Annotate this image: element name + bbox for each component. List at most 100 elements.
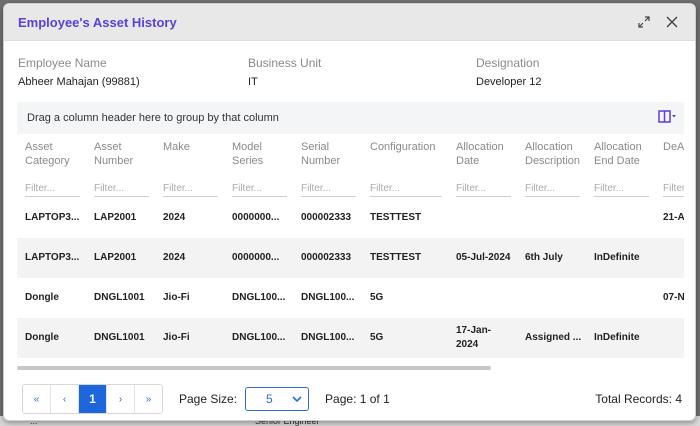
asset-table: Asset Category Asset Number Make Model S… [17,134,684,358]
total-records: Total Records: 4 [595,392,682,406]
table-cell: 5G [370,292,384,303]
table-cell: DNGL100... [232,292,286,303]
designation-label: Designation [476,56,540,70]
filter-row [17,176,684,198]
next-page-button[interactable]: › [107,385,135,413]
table-cell: DNGL1001 [94,292,145,303]
asset-grid: Drag a column header here to group by th… [17,102,684,370]
pager-footer: « ‹ 1 › » Page Size: 5 Page: 1 of 1 Tota… [22,382,682,416]
table-cell: 07-N 2024 [663,292,684,303]
column-header[interactable]: Allocation End Date [586,134,655,176]
group-hint: Drag a column header here to group by th… [27,112,279,124]
table-row[interactable]: Dongle DNGL1001 Jio-Fi DNGL100... DNGL10… [17,318,684,358]
filter-input[interactable] [663,180,684,197]
designation-field: Designation Developer 12 [476,56,541,88]
prev-page-button[interactable]: ‹ [51,385,79,413]
table-cell: TESTTEST [362,238,448,278]
table-cell: 000002333 [293,238,362,278]
table-cell: LAPTOP3... [17,238,86,278]
horizontal-scrollbar[interactable] [17,366,491,370]
column-header[interactable]: Model Series [224,134,293,176]
table-cell: 000002333 [301,212,352,223]
table-cell: 6th July [517,238,586,278]
page-1-button[interactable]: 1 [79,385,107,413]
column-chooser-icon[interactable] [658,110,676,124]
filter-input[interactable] [301,180,356,197]
modal-title: Employee's Asset History [18,14,177,30]
table-cell [586,198,655,238]
last-page-button[interactable]: » [135,385,162,413]
filter-input[interactable] [94,180,149,197]
table-cell: Dongle [17,318,86,358]
modal-header: Employee's Asset History [4,4,695,41]
page-info: Page: 1 of 1 [325,392,390,406]
page-size-label: Page Size: [179,392,238,406]
chevron-down-icon [292,396,302,403]
table-cell: Dongle [25,292,59,303]
table-cell: DNGL100... [293,318,362,358]
filter-input[interactable] [25,180,80,197]
table-cell: TESTTEST [370,212,422,223]
table-cell: InDefinite [586,238,655,278]
table-cell: Jio-Fi [163,292,190,303]
table-cell: DNGL100... [301,292,355,303]
expand-icon[interactable] [633,11,655,33]
table-cell: LAP2001 [86,238,155,278]
filter-input[interactable] [594,180,649,197]
table-cell: Jio-Fi [155,318,224,358]
business-unit-value: IT [248,76,258,88]
table-cell: 05-Jul-2024 [448,238,517,278]
designation-value: Developer 12 [476,76,542,88]
header-row: Asset Category Asset Number Make Model S… [17,134,684,176]
table-cell: Assigned ... [517,318,586,358]
table-cell: LAPTOP3... [25,212,80,223]
column-header[interactable]: DeA Date [655,134,684,176]
table-cell: 2024 [155,238,224,278]
business-unit-field: Business Unit IT [248,56,321,88]
page-size-value: 5 [266,392,273,406]
table-row[interactable]: LAPTOP3... LAP2001 2024 0000000... 00000… [17,238,684,278]
table-cell: 21-A 2024 [663,212,684,223]
column-header[interactable]: Make [155,134,224,176]
table-cell: DNGL100... [224,318,293,358]
table-cell: 17-Jan-2024 [448,318,517,358]
first-page-button[interactable]: « [23,385,51,413]
table-cell [517,198,586,238]
table-cell: 5G [362,318,448,358]
table-cell: 0000000... [224,238,293,278]
table-cell: 2024 [163,212,186,223]
column-header[interactable]: Allocation Description [517,134,586,176]
table-cell: LAP2001 [94,212,137,223]
table-cell [586,278,655,318]
column-header[interactable]: Configuration [362,134,448,176]
close-icon[interactable] [661,11,683,33]
column-header[interactable]: Asset Category [17,134,86,176]
filter-input[interactable] [232,180,287,197]
employee-name-label: Employee Name [18,56,107,70]
pager: « ‹ 1 › » [22,384,163,414]
filter-input[interactable] [370,180,442,197]
employee-name-value: Abheer Mahajan (99881) [18,76,140,88]
table-row[interactable]: LAPTOP3... LAP2001 2024 0000000... 00000… [17,198,684,238]
column-header[interactable]: Serial Number [293,134,362,176]
table-cell [655,238,684,278]
employee-info: Employee Name Abheer Mahajan (99881) Bus… [18,56,678,96]
page-size-select[interactable]: 5 [245,387,310,411]
table-cell [517,278,586,318]
table-cell [448,278,517,318]
table-cell: 0000000... [232,212,280,223]
group-panel[interactable]: Drag a column header here to group by th… [17,102,684,134]
filter-input[interactable] [163,180,218,197]
business-unit-label: Business Unit [248,56,322,70]
table-cell: InDefinite [586,318,655,358]
filter-input[interactable] [456,180,511,197]
table-cell: DNGL1001 [86,318,155,358]
column-header[interactable]: Asset Number [86,134,155,176]
table-cell [448,198,517,238]
employee-name-field: Employee Name Abheer Mahajan (99881) [18,56,140,88]
column-header[interactable]: Allocation Date [448,134,517,176]
filter-input[interactable] [525,180,580,197]
table-row[interactable]: Dongle DNGL1001 Jio-Fi DNGL100... DNGL10… [17,278,684,318]
asset-history-modal: Employee's Asset History Employee Name A… [3,3,696,421]
table-cell [655,318,684,358]
